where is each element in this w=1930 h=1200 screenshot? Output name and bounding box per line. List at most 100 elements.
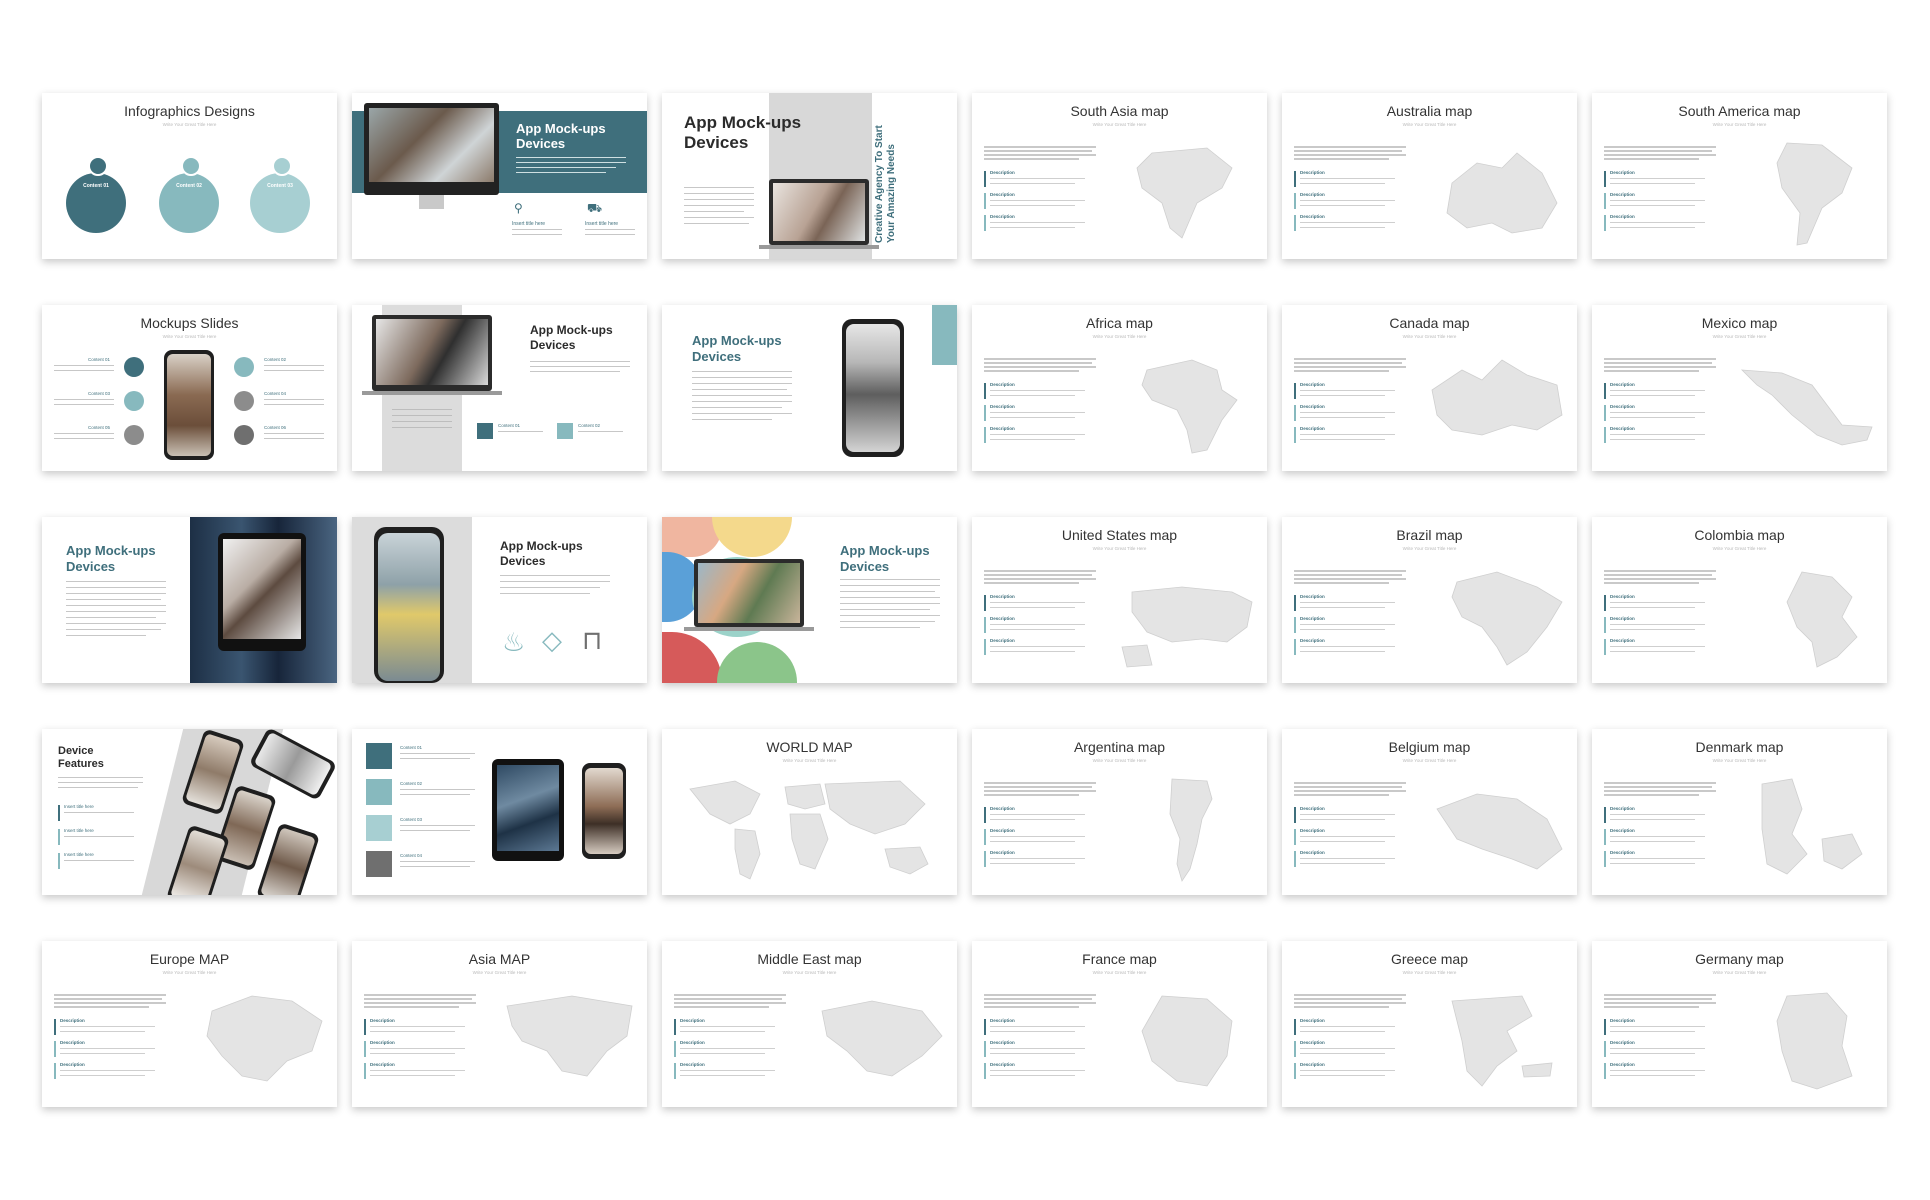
description-label: Description — [1610, 828, 1635, 833]
slide-thumbnail[interactable]: App Mock-ups Devices Creative Agency To … — [662, 93, 957, 259]
description-label: Description — [680, 1018, 705, 1023]
slide-thumbnail[interactable]: Canada map Write Your Great Title Here D… — [1282, 305, 1577, 471]
slide-thumbnail[interactable]: South America map Write Your Great Title… — [1592, 93, 1887, 259]
description-label: Description — [990, 616, 1015, 621]
slide-subtitle: Write Your Great Title Here — [1402, 334, 1457, 339]
lightbulb-icon — [234, 357, 254, 377]
slide-title: Canada map — [1389, 315, 1470, 331]
laptop-base — [759, 245, 879, 249]
content-label: Content 03 — [88, 391, 111, 396]
slide-thumbnail[interactable]: Argentina map Write Your Great Title Her… — [972, 729, 1267, 895]
description-label: Description — [370, 1040, 395, 1045]
megaphone-icon — [477, 423, 493, 439]
slide-thumbnail[interactable]: Asia MAP Write Your Great Title Here Des… — [352, 941, 647, 1107]
intro-text — [984, 358, 1096, 374]
slide-thumbnail[interactable]: Europe MAP Write Your Great Title Here D… — [42, 941, 337, 1107]
slide-subtitle: Write Your Great Title Here — [1402, 546, 1457, 551]
slide-thumbnail[interactable]: App Mock-ups Devices ♨ ◇ ⊓ — [352, 517, 647, 683]
flame-icon: ♨ — [502, 627, 526, 657]
description-label: Description — [990, 850, 1015, 855]
description-label: Description — [1300, 192, 1325, 197]
slide-thumbnail[interactable]: Denmark map Write Your Great Title Here … — [1592, 729, 1887, 895]
content-label: Content 02 — [578, 423, 601, 428]
slide-thumbnail[interactable]: Infographics Designs Write Your Great Ti… — [42, 93, 337, 259]
slide-thumbnail[interactable]: App Mock-ups Devices — [662, 305, 957, 471]
tablet-mockup — [492, 759, 564, 861]
intro-text — [984, 782, 1096, 798]
slide-title: Device Features — [58, 745, 104, 770]
slide-title: Africa map — [1086, 315, 1153, 331]
slide-subtitle: Write Your Great Title Here — [782, 758, 837, 763]
phone-mockup — [255, 822, 321, 895]
description-label: Description — [370, 1018, 395, 1023]
description-label: Description — [1610, 214, 1635, 219]
slide-thumbnail[interactable]: Mexico map Write Your Great Title Here D… — [1592, 305, 1887, 471]
slide-title: App Mock-ups Devices — [500, 539, 583, 568]
description-label: Description — [990, 1018, 1015, 1023]
slide-thumbnail[interactable]: App Mock-ups Devices Content 01 Content … — [352, 305, 647, 471]
intro-text — [1294, 570, 1406, 586]
slide-thumbnail[interactable]: App Mock-ups Devices — [662, 517, 957, 683]
slide-thumbnail[interactable]: Colombia map Write Your Great Title Here… — [1592, 517, 1887, 683]
slide-thumbnail[interactable]: Africa map Write Your Great Title Here D… — [972, 305, 1267, 471]
office-photo — [369, 108, 494, 182]
circle-label: Content 01 — [83, 183, 109, 189]
slide-thumbnail[interactable]: Greece map Write Your Great Title Here D… — [1282, 941, 1577, 1107]
description-label: Description — [1300, 828, 1325, 833]
laptop-base — [684, 627, 814, 631]
region-map — [1761, 778, 1863, 875]
slide-title: South Asia map — [1070, 103, 1169, 119]
slide-thumbnail[interactable]: App Mock-ups Devices — [42, 517, 337, 683]
region-map — [1776, 142, 1853, 246]
key-icon — [124, 357, 144, 377]
slide-thumbnail[interactable]: Device Features Insert title here Insert… — [42, 729, 337, 895]
slide-thumbnail[interactable]: App Mock-ups Devices ⚲ ⛟ Insert title he… — [352, 93, 647, 259]
description-label: Description — [60, 1040, 85, 1045]
monitor-mockup — [364, 103, 499, 195]
content-label: Content 06 — [264, 425, 287, 430]
description-label: Description — [990, 382, 1015, 387]
slide-thumbnail[interactable]: Content 01 Content 02 Content 03 Content… — [352, 729, 647, 895]
slide-thumbnail[interactable]: Germany map Write Your Great Title Here … — [1592, 941, 1887, 1107]
man-phone-photo — [223, 539, 301, 639]
slide-title: App Mock-ups Devices — [840, 543, 930, 574]
slide-thumbnail[interactable]: Mockups Slides Write Your Great Title He… — [42, 305, 337, 471]
slide-subtitle: Write Your Great Title Here — [1712, 970, 1767, 975]
man-photo — [376, 319, 488, 385]
decor-shape — [662, 632, 722, 683]
description-label: Description — [1610, 616, 1635, 621]
description-label: Description — [1300, 594, 1325, 599]
description-label: Description — [1300, 616, 1325, 621]
description-label: Description — [990, 1040, 1015, 1045]
slide-thumbnail[interactable]: United States map Write Your Great Title… — [972, 517, 1267, 683]
slide-thumbnail[interactable]: WORLD MAP Write Your Great Title Here — [662, 729, 957, 895]
slide-title: App Mock-ups Devices — [66, 543, 156, 574]
meeting-photo — [497, 765, 559, 851]
description-label: Description — [1610, 1062, 1635, 1067]
description-label: Description — [60, 1018, 85, 1023]
region-map — [1776, 992, 1853, 1090]
slide-thumbnail[interactable]: Middle East map Write Your Great Title H… — [662, 941, 957, 1107]
slide-subtitle: Write Your Great Title Here — [1092, 546, 1147, 551]
region-map — [1121, 586, 1253, 668]
slide-thumbnail[interactable]: Belgium map Write Your Great Title Here … — [1282, 729, 1577, 895]
slide-thumbnail[interactable]: Australia map Write Your Great Title Her… — [1282, 93, 1577, 259]
description-label: Description — [990, 170, 1015, 175]
description-label: Description — [990, 638, 1015, 643]
slide-subtitle: Write Your Great Title Here — [162, 122, 217, 127]
cart-icon: ⛟ — [587, 201, 603, 215]
intro-text — [364, 994, 476, 1010]
slide-subtitle: Write Your Great Title Here — [472, 970, 527, 975]
phone-mockup — [164, 350, 214, 460]
description-label: Description — [990, 404, 1015, 409]
slide-thumbnail[interactable]: South Asia map Write Your Great Title He… — [972, 93, 1267, 259]
slide-thumbnail-grid: Infographics Designs Write Your Great Ti… — [42, 93, 1887, 1107]
region-map — [1451, 995, 1553, 1087]
description-label: Description — [680, 1062, 705, 1067]
slide-thumbnail[interactable]: Brazil map Write Your Great Title Here D… — [1282, 517, 1577, 683]
description-label: Description — [60, 1062, 85, 1067]
column-title: Insert title here — [512, 221, 546, 227]
slide-title: Greece map — [1390, 951, 1469, 967]
slide-thumbnail[interactable]: France map Write Your Great Title Here D… — [972, 941, 1267, 1107]
content-label: Content 05 — [88, 425, 111, 430]
